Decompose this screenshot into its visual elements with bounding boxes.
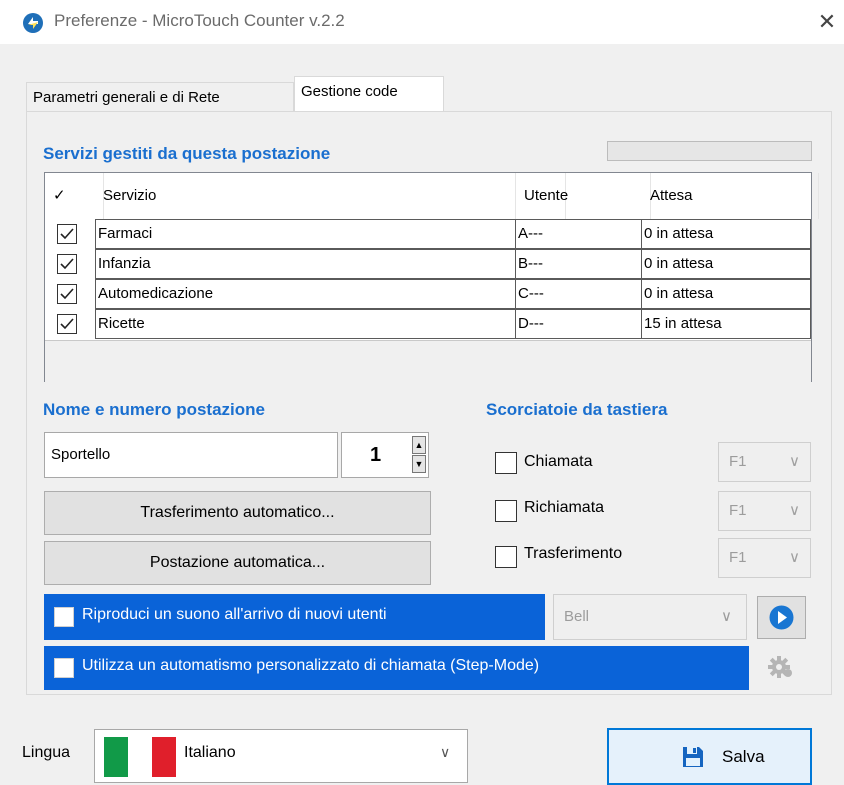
cell-service: Automedicazione bbox=[95, 279, 516, 309]
cell-wait: 0 in attesa bbox=[642, 249, 811, 279]
shortcut-transfer-checkbox[interactable] bbox=[495, 546, 517, 568]
close-button[interactable]: ✕ bbox=[812, 8, 842, 36]
column-header-wait[interactable]: Attesa bbox=[642, 173, 819, 219]
row-checkbox[interactable] bbox=[57, 254, 77, 274]
column-header-service[interactable]: Servizio bbox=[95, 173, 566, 219]
shortcut-call-checkbox[interactable] bbox=[495, 452, 517, 474]
save-label: Salva bbox=[722, 747, 765, 766]
row-checkbox[interactable] bbox=[57, 284, 77, 304]
sound-checkbox[interactable] bbox=[54, 607, 74, 627]
sound-value: Bell bbox=[564, 608, 590, 625]
step-mode-settings-button bbox=[757, 646, 806, 689]
window-title: Preferenze - MicroTouch Counter v.2.2 bbox=[54, 11, 345, 30]
services-table: ✓ Servizio Utente Attesa Farmaci A--- 0 … bbox=[44, 172, 819, 382]
save-button[interactable] bbox=[607, 728, 812, 785]
table-row[interactable]: Automedicazione C--- 0 in attesa bbox=[45, 279, 811, 309]
station-section-title: Nome e numero postazione bbox=[43, 400, 265, 419]
step-mode-option-bar[interactable]: Utilizza un automatismo personalizzato d… bbox=[44, 646, 749, 690]
shortcut-recall-label: Richiamata bbox=[524, 499, 605, 516]
step-mode-checkbox[interactable] bbox=[54, 658, 74, 678]
shortcut-key-value: F1 bbox=[729, 502, 747, 519]
row-checkbox[interactable] bbox=[57, 224, 77, 244]
shortcut-call-key-select: F1 ∨ bbox=[718, 442, 811, 482]
italy-flag-icon bbox=[104, 737, 176, 777]
app-logo-icon bbox=[22, 12, 44, 34]
language-label: Lingua bbox=[22, 744, 71, 761]
language-value: Italiano bbox=[184, 744, 236, 761]
tab-queue-management[interactable]: Gestione code bbox=[294, 76, 444, 112]
table-row[interactable]: Ricette D--- 15 in attesa bbox=[45, 309, 811, 339]
station-name-input[interactable]: Sportello bbox=[44, 432, 338, 478]
tab-general-network[interactable]: Parametri generali e di Rete bbox=[26, 82, 294, 112]
cell-wait: 0 in attesa bbox=[642, 279, 811, 309]
shortcut-recall-checkbox[interactable] bbox=[495, 500, 517, 522]
auto-transfer-button[interactable]: Trasferimento automatico... bbox=[44, 491, 431, 535]
shortcut-key-value: F1 bbox=[729, 549, 747, 566]
chevron-down-icon: ∨ bbox=[789, 453, 800, 470]
table-footer bbox=[45, 340, 811, 382]
floppy-disk-icon bbox=[683, 747, 703, 767]
services-section-title: Servizi gestiti da questa postazione bbox=[43, 144, 331, 163]
sound-label: Riproduci un suono all'arrivo di nuovi u… bbox=[82, 606, 387, 623]
cell-service: Farmaci bbox=[95, 219, 516, 249]
row-checkbox[interactable] bbox=[57, 314, 77, 334]
cell-user: D--- bbox=[516, 309, 642, 339]
shortcut-key-value: F1 bbox=[729, 453, 747, 470]
sound-select: Bell ∨ bbox=[553, 594, 747, 640]
shortcut-transfer-key-select: F1 ∨ bbox=[718, 538, 811, 578]
cell-service: Ricette bbox=[95, 309, 516, 339]
shortcut-recall-key-select: F1 ∨ bbox=[718, 491, 811, 531]
play-sound-button[interactable] bbox=[757, 596, 806, 639]
chevron-down-icon: ∨ bbox=[789, 549, 800, 566]
chevron-down-icon: ∨ bbox=[789, 502, 800, 519]
spin-down-button[interactable]: ▼ bbox=[412, 455, 426, 473]
shortcuts-section-title: Scorciatoie da tastiera bbox=[486, 400, 668, 419]
step-mode-label: Utilizza un automatismo personalizzato d… bbox=[82, 657, 540, 674]
table-row[interactable]: Farmaci A--- 0 in attesa bbox=[45, 219, 811, 249]
shortcut-call-label: Chiamata bbox=[524, 453, 593, 470]
cell-user: A--- bbox=[516, 219, 642, 249]
auto-station-button[interactable]: Postazione automatica... bbox=[44, 541, 431, 585]
cell-user: B--- bbox=[516, 249, 642, 279]
cell-wait: 0 in attesa bbox=[642, 219, 811, 249]
table-row[interactable]: Infanzia B--- 0 in attesa bbox=[45, 249, 811, 279]
progress-bar bbox=[607, 141, 812, 161]
chevron-down-icon: ∨ bbox=[721, 608, 732, 625]
spin-up-button[interactable]: ▲ bbox=[412, 436, 426, 454]
station-number-value: 1 bbox=[370, 444, 382, 466]
cell-wait: 15 in attesa bbox=[642, 309, 811, 339]
cell-user: C--- bbox=[516, 279, 642, 309]
column-header-user[interactable]: Utente bbox=[515, 173, 651, 219]
shortcut-transfer-label: Trasferimento bbox=[524, 545, 623, 562]
sound-option-bar[interactable]: Riproduci un suono all'arrivo di nuovi u… bbox=[44, 594, 545, 640]
cell-service: Infanzia bbox=[95, 249, 516, 279]
chevron-down-icon: ∨ bbox=[440, 744, 451, 760]
gear-icon bbox=[768, 656, 792, 678]
play-icon bbox=[769, 605, 794, 630]
